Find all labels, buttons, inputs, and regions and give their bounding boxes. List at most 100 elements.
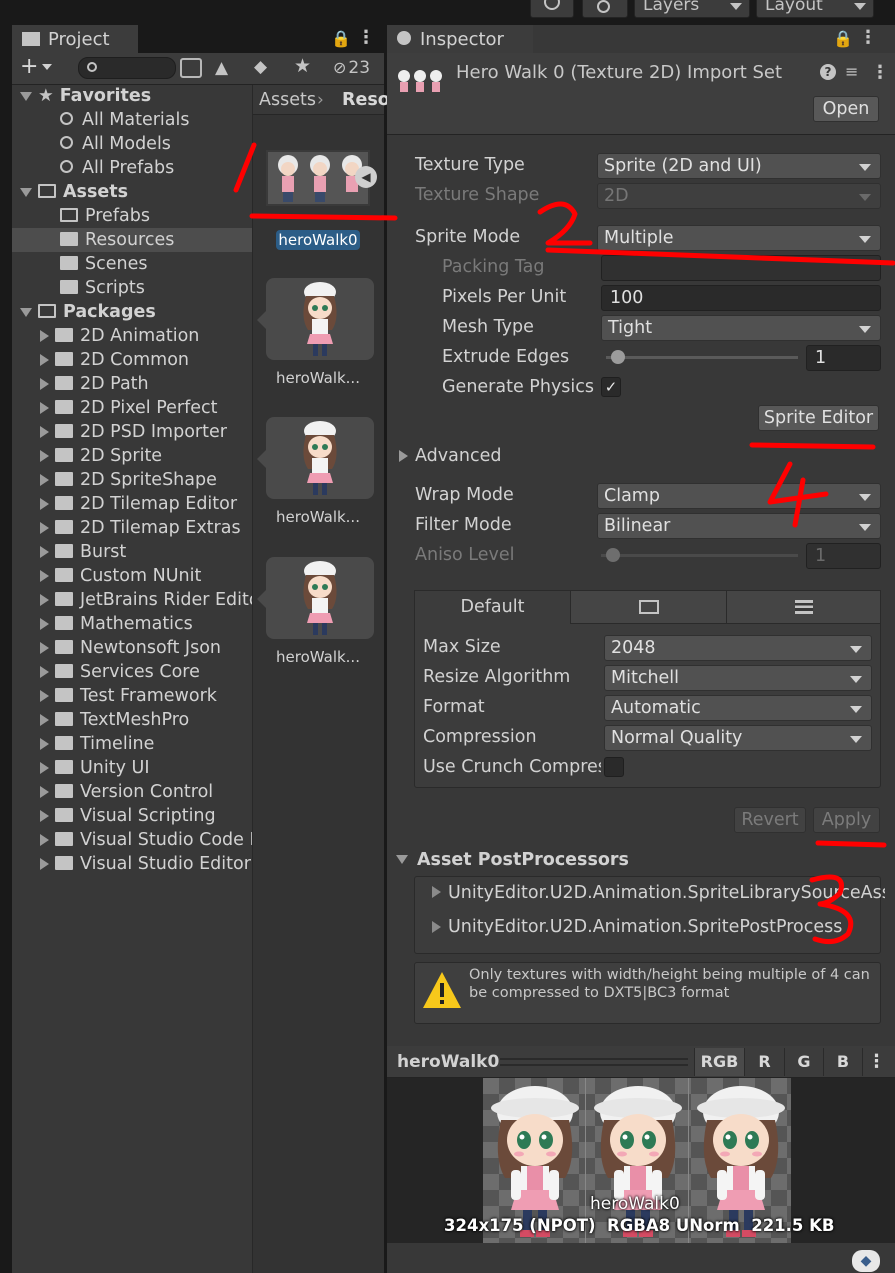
hidden-packages-toggle[interactable]: ⊘ 23 xyxy=(333,58,370,78)
label-tag-icon[interactable]: ◆ xyxy=(254,57,267,77)
chevron-right-icon[interactable] xyxy=(40,738,49,750)
chevron-right-icon[interactable] xyxy=(40,570,49,582)
preset-icon[interactable]: ≡ xyxy=(845,62,858,81)
postprocessors-header[interactable]: Asset PostProcessors xyxy=(417,850,629,870)
advanced-foldout-icon[interactable] xyxy=(399,450,408,462)
chevron-right-icon[interactable] xyxy=(40,474,49,486)
breadcrumb-resources[interactable]: Reso xyxy=(342,90,390,110)
asset-label[interactable]: heroWalk... xyxy=(258,508,378,526)
chevron-right-icon[interactable] xyxy=(40,786,49,798)
tree-item[interactable]: 2D Tilemap Editor xyxy=(12,492,252,516)
tree-item[interactable]: Test Framework xyxy=(12,684,252,708)
apply-button[interactable]: Apply xyxy=(813,807,880,833)
chevron-right-icon[interactable] xyxy=(40,858,49,870)
extrude-edges-input[interactable]: 1 xyxy=(806,345,881,371)
favorite-star-icon[interactable]: ★ xyxy=(294,55,311,77)
chevron-right-icon[interactable] xyxy=(40,522,49,534)
mesh-type-dropdown[interactable]: Tight xyxy=(601,315,881,341)
postprocessors-foldout-icon[interactable] xyxy=(396,855,408,864)
asset-label[interactable]: heroWalk... xyxy=(258,648,378,666)
create-button[interactable]: + xyxy=(20,56,60,80)
tab-inspector[interactable]: Inspector xyxy=(387,25,533,53)
tree-item[interactable]: Version Control xyxy=(12,780,252,804)
tree-item[interactable]: All Models xyxy=(12,132,252,156)
texture-type-dropdown[interactable]: Sprite (2D and UI) xyxy=(597,153,881,179)
chevron-right-icon[interactable] xyxy=(40,402,49,414)
tree-item[interactable]: 2D Common xyxy=(12,348,252,372)
layout-dropdown[interactable]: Layout xyxy=(756,0,874,18)
search-by-type-icon[interactable] xyxy=(180,58,202,78)
tree-item[interactable]: TextMeshPro xyxy=(12,708,252,732)
asset-labels-icon[interactable]: ◆ xyxy=(852,1250,880,1272)
chevron-down-icon[interactable] xyxy=(20,307,32,317)
more-icon[interactable]: ⋮ xyxy=(859,27,877,48)
project-search-input[interactable] xyxy=(78,57,176,79)
tree-item[interactable]: 2D Pixel Perfect xyxy=(12,396,252,420)
history-button[interactable] xyxy=(530,0,574,18)
drag-handle[interactable] xyxy=(500,1064,688,1066)
tree-item[interactable]: All Materials xyxy=(12,108,252,132)
channel-r[interactable]: R xyxy=(744,1048,784,1076)
layers-dropdown[interactable]: Layers xyxy=(634,0,750,18)
tree-item[interactable]: Services Core xyxy=(12,660,252,684)
chevron-right-icon[interactable] xyxy=(40,354,49,366)
tree-item[interactable]: Mathematics xyxy=(12,612,252,636)
tree-item[interactable]: Assets xyxy=(12,180,252,204)
chevron-right-icon[interactable] xyxy=(40,666,49,678)
more-icon[interactable]: ⋮ xyxy=(862,1048,890,1076)
more-icon[interactable]: ⋮ xyxy=(871,62,889,83)
wrap-mode-dropdown[interactable]: Clamp xyxy=(597,483,881,509)
chevron-right-icon[interactable] xyxy=(40,330,49,342)
breadcrumb-assets[interactable]: Assets xyxy=(259,90,316,110)
lock-icon[interactable]: 🔒 xyxy=(833,29,853,48)
drag-handle[interactable] xyxy=(500,1058,688,1060)
tree-item[interactable]: All Prefabs xyxy=(12,156,252,180)
asset-thumb-herowalk[interactable] xyxy=(266,417,374,499)
tree-item[interactable]: 2D SpriteShape xyxy=(12,468,252,492)
more-icon[interactable]: ⋮ xyxy=(357,27,375,48)
asset-label[interactable]: heroWalk... xyxy=(258,369,378,387)
max-size-dropdown[interactable]: 2048 xyxy=(604,635,872,661)
pixels-per-unit-input[interactable]: 100 xyxy=(601,285,881,311)
tree-item[interactable]: Scripts xyxy=(12,276,252,300)
chevron-right-icon[interactable] xyxy=(40,378,49,390)
asset-thumb-herowalk[interactable] xyxy=(266,278,374,360)
chevron-right-icon[interactable] xyxy=(40,762,49,774)
tree-item[interactable]: Burst xyxy=(12,540,252,564)
tree-item[interactable]: Prefabs xyxy=(12,204,252,228)
extrude-edges-slider[interactable] xyxy=(606,356,798,359)
advanced-foldout-label[interactable]: Advanced xyxy=(415,446,501,466)
filter-type-icon[interactable]: ▲ xyxy=(215,58,228,78)
sprite-editor-button[interactable]: Sprite Editor xyxy=(758,405,879,431)
chevron-right-icon[interactable] xyxy=(40,450,49,462)
chevron-right-icon[interactable] xyxy=(40,594,49,606)
tree-item[interactable]: Visual Scripting xyxy=(12,804,252,828)
chevron-right-icon[interactable] xyxy=(40,642,49,654)
open-button[interactable]: Open xyxy=(813,96,879,122)
channel-g[interactable]: G xyxy=(784,1048,823,1076)
tree-item[interactable]: 2D Tilemap Extras xyxy=(12,516,252,540)
search-button[interactable] xyxy=(582,0,628,18)
tree-item[interactable]: Visual Studio Code Editor xyxy=(12,828,252,852)
tree-item[interactable]: Packages xyxy=(12,300,252,324)
tree-item[interactable]: 2D Animation xyxy=(12,324,252,348)
channel-b[interactable]: B xyxy=(823,1048,862,1076)
tree-item[interactable]: Newtonsoft Json xyxy=(12,636,252,660)
tree-item[interactable]: 2D Sprite xyxy=(12,444,252,468)
lock-icon[interactable]: 🔒 xyxy=(331,29,351,48)
tree-item[interactable]: 2D PSD Importer xyxy=(12,420,252,444)
tab-platform-server[interactable] xyxy=(726,590,881,624)
tab-project[interactable]: Project xyxy=(12,25,138,53)
postprocessor-item[interactable]: UnityEditor.U2D.Animation.SpriteLibraryS… xyxy=(448,883,885,903)
tab-platform-standalone[interactable] xyxy=(570,590,727,624)
channel-rgb[interactable]: RGB xyxy=(694,1048,744,1076)
chevron-right-icon[interactable] xyxy=(40,690,49,702)
tree-item[interactable]: Custom NUnit xyxy=(12,564,252,588)
tree-item[interactable]: 2D Path xyxy=(12,372,252,396)
tree-item[interactable]: Resources xyxy=(12,228,252,252)
tree-item[interactable]: Scenes xyxy=(12,252,252,276)
crunch-compression-checkbox[interactable] xyxy=(604,757,624,777)
generate-physics-checkbox[interactable]: ✓ xyxy=(601,377,621,397)
chevron-right-icon[interactable] xyxy=(432,886,441,898)
asset-thumb-herowalk[interactable] xyxy=(266,557,374,639)
